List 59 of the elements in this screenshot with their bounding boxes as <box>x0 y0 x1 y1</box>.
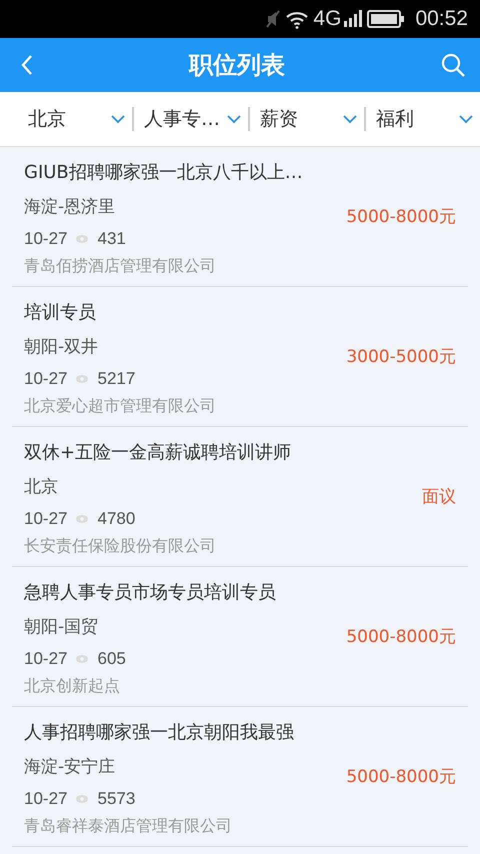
job-location: 海淀-恩济里 <box>24 196 116 218</box>
chevron-down-icon <box>226 114 242 124</box>
post-date: 10-27 <box>24 788 68 808</box>
back-button[interactable] <box>20 53 34 77</box>
eye-icon <box>75 234 90 244</box>
eye-icon <box>75 794 90 804</box>
eye-icon <box>75 654 90 664</box>
chevron-down-icon <box>458 114 474 124</box>
back-icon <box>20 53 34 77</box>
company-name: 青岛佰捞酒店管理有限公司 <box>24 254 217 276</box>
job-location: 海淀-安宁庄 <box>24 756 116 778</box>
salary: 5000-8000元 <box>346 626 456 648</box>
job-title: 培训专员 <box>24 300 97 324</box>
view-count: 4780 <box>97 508 136 528</box>
salary: 5000-8000元 <box>346 766 456 788</box>
eye-icon <box>75 374 90 384</box>
signal-icon <box>343 9 364 29</box>
company-name: 长安责任保险股份有限公司 <box>24 534 217 556</box>
post-date: 10-27 <box>24 228 68 248</box>
post-date: 10-27 <box>24 368 68 388</box>
job-list-item[interactable]: 培训专员 朝阳-双井 10-27 5217 北京爱心超市管理有限公司 3000-5000元 <box>12 287 468 427</box>
view-count: 5573 <box>97 788 136 808</box>
filter-dropdown[interactable]: 北京 <box>0 92 132 146</box>
salary: 5000-8000元 <box>346 206 456 228</box>
salary: 面议 <box>422 486 456 508</box>
view-count: 431 <box>97 228 126 248</box>
search-button[interactable] <box>440 52 466 78</box>
company-name: 北京创新起点 <box>24 674 121 696</box>
view-count: 5217 <box>97 368 136 388</box>
post-date: 10-27 <box>24 508 68 528</box>
job-location: 北京 <box>24 476 59 498</box>
company-name: 北京爱心超市管理有限公司 <box>24 394 216 416</box>
job-location: 朝阳-国贸 <box>24 616 100 638</box>
job-title: 双休+五险一金高薪诚聘培训讲师 <box>24 440 292 464</box>
job-list-item[interactable]: 双休+五险一金高薪诚聘培训讲师 北京 10-27 4780 长安责任保险股份有限公司 面议 <box>12 427 468 567</box>
job-location: 朝阳-双井 <box>24 336 100 358</box>
job-list-item[interactable]: GIUB招聘哪家强一北京八千以上… 海淀-恩济里 10-27 431 青岛佰捞酒店管理有限公司 5000-8000元 <box>12 147 468 287</box>
filter-dropdown[interactable]: 薪资 <box>250 92 364 146</box>
page-title: 职位列表 <box>189 50 285 81</box>
job-title: 人事招聘哪家强一北京朝阳我最强 <box>24 720 294 744</box>
filter-dropdown[interactable]: 人事专… <box>134 92 248 146</box>
view-count: 605 <box>97 648 126 668</box>
company-name: 青岛睿祥泰酒店管理有限公司 <box>24 814 233 836</box>
battery-icon <box>367 9 406 29</box>
eye-icon <box>75 514 90 524</box>
job-title: GIUB招聘哪家强一北京八千以上… <box>24 160 303 184</box>
clock: 00:52 <box>415 7 468 31</box>
network-label: 4G <box>313 7 342 31</box>
search-icon <box>440 52 466 78</box>
job-title: 急聘人事专员市场专员培训专员 <box>24 580 276 604</box>
filter-dropdown[interactable]: 福利 <box>366 92 480 146</box>
mute-icon <box>265 9 282 29</box>
job-list-item[interactable]: 人事招聘哪家强一北京朝阳我最强 海淀-安宁庄 10-27 5573 青岛睿祥泰酒店管理有限公司 5000-8000元 <box>12 707 468 847</box>
chevron-down-icon <box>110 114 126 124</box>
chevron-down-icon <box>342 114 358 124</box>
post-date: 10-27 <box>24 648 68 668</box>
wifi-icon <box>285 9 310 29</box>
salary: 3000-5000元 <box>346 346 456 368</box>
job-list-item[interactable]: 急聘人事专员市场专员培训专员 朝阳-国贸 10-27 605 北京创新起点 5000-8000元 <box>12 567 468 707</box>
